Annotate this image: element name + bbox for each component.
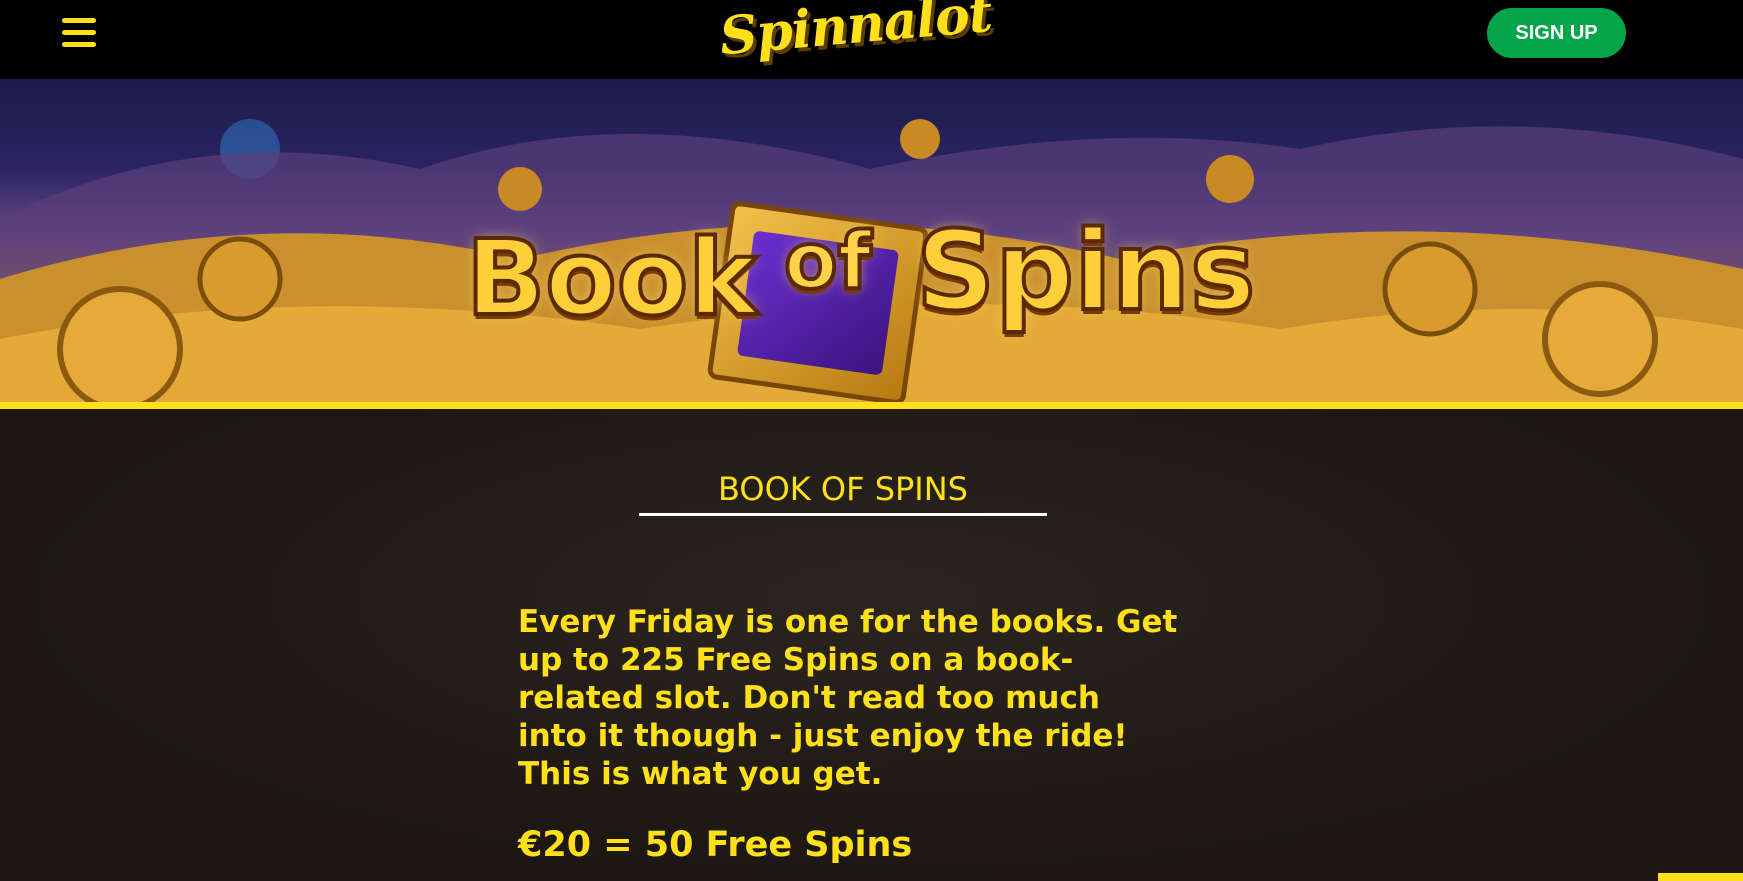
sign-up-button[interactable]: SIGN UP	[1487, 8, 1626, 58]
promo-title: BOOK OF SPINS	[718, 470, 968, 508]
banner-title-spins: Spins	[914, 205, 1257, 337]
title-underline	[639, 513, 1047, 516]
corner-tab[interactable]	[1658, 873, 1743, 881]
hamburger-menu-icon[interactable]	[62, 16, 96, 50]
promo-description: Every Friday is one for the books. Get u…	[518, 604, 1178, 792]
top-navigation-bar: Spinnalot SIGN UP	[0, 0, 1743, 79]
promo-banner-image: Book of Spins	[0, 79, 1743, 402]
spinnalot-logo[interactable]: Spinnalot	[717, 0, 994, 80]
banner-game-logo: Book of Spins	[464, 197, 1257, 402]
offer-tier: €20 = 50 Free Spins	[518, 825, 913, 865]
banner-divider	[0, 402, 1743, 409]
banner-title-book: Book	[464, 215, 759, 341]
banner-title-of: of	[782, 215, 874, 309]
